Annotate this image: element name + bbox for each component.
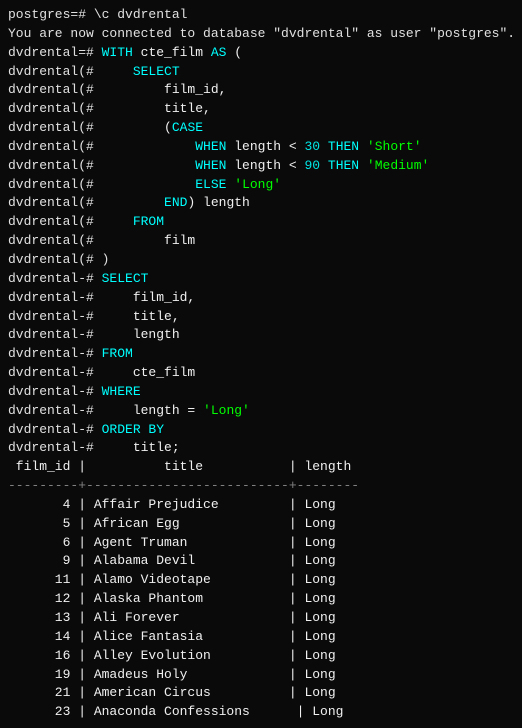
line-4: dvdrental(# SELECT	[8, 63, 514, 82]
table-row: 13 | Ali Forever | Long	[8, 609, 514, 628]
line-15: dvdrental-# SELECT	[8, 270, 514, 289]
line-6: dvdrental(# title,	[8, 100, 514, 119]
table-row: 9 | Alabama Devil | Long	[8, 552, 514, 571]
table-row: 11 | Alamo Videotape | Long	[8, 571, 514, 590]
line-23: dvdrental-# ORDER BY	[8, 421, 514, 440]
line-20: dvdrental-# cte_film	[8, 364, 514, 383]
table-row: 16 | Alley Evolution | Long	[8, 647, 514, 666]
line-21: dvdrental-# WHERE	[8, 383, 514, 402]
line-3: dvdrental=# WITH cte_film AS (	[8, 44, 514, 63]
line-5: dvdrental(# film_id,	[8, 81, 514, 100]
table-separator: ---------+--------------------------+---…	[8, 477, 514, 496]
line-14: dvdrental(# )	[8, 251, 514, 270]
table-row: 14 | Alice Fantasia | Long	[8, 628, 514, 647]
line-11: dvdrental(# END) length	[8, 194, 514, 213]
line-9: dvdrental(# WHEN length < 90 THEN 'Mediu…	[8, 157, 514, 176]
terminal[interactable]: postgres=# \c dvdrental You are now conn…	[0, 0, 522, 728]
table-row: 5 | African Egg | Long	[8, 515, 514, 534]
table-row: 6 | Agent Truman | Long	[8, 534, 514, 553]
line-24: dvdrental-# title;	[8, 439, 514, 458]
line-8: dvdrental(# WHEN length < 30 THEN 'Short…	[8, 138, 514, 157]
table-row: 19 | Amadeus Holy | Long	[8, 666, 514, 685]
table-row: 4 | Affair Prejudice | Long	[8, 496, 514, 515]
line-2: You are now connected to database "dvdre…	[8, 25, 514, 44]
line-1: postgres=# \c dvdrental	[8, 6, 514, 25]
line-18: dvdrental-# length	[8, 326, 514, 345]
line-22: dvdrental-# length = 'Long'	[8, 402, 514, 421]
line-19: dvdrental-# FROM	[8, 345, 514, 364]
line-17: dvdrental-# title,	[8, 308, 514, 327]
line-16: dvdrental-# film_id,	[8, 289, 514, 308]
line-13: dvdrental(# film	[8, 232, 514, 251]
table-row: 12 | Alaska Phantom | Long	[8, 590, 514, 609]
table-row: 21 | American Circus | Long	[8, 684, 514, 703]
line-7: dvdrental(# (CASE	[8, 119, 514, 138]
table-header: film_id | title | length	[8, 458, 514, 477]
table-row: 23 | Anaconda Confessions | Long	[8, 703, 514, 722]
line-10: dvdrental(# ELSE 'Long'	[8, 176, 514, 195]
line-12: dvdrental(# FROM	[8, 213, 514, 232]
